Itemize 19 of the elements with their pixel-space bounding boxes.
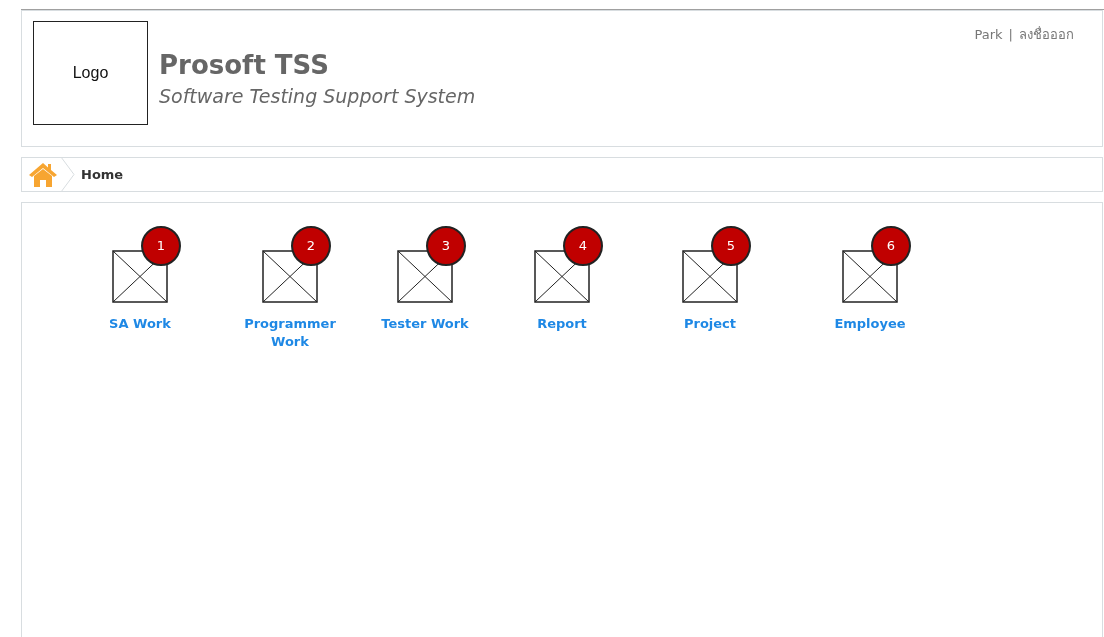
notification-badge: 4 [563, 226, 603, 266]
user-name: Park [974, 26, 1003, 44]
notification-badge: 3 [426, 226, 466, 266]
menu-link[interactable]: Employee [820, 315, 920, 333]
notification-badge: 1 [141, 226, 181, 266]
notification-badge: 2 [291, 226, 331, 266]
menu-link[interactable]: Project [660, 315, 760, 333]
notification-badge: 5 [711, 226, 751, 266]
menu-link[interactable]: Programmer Work [240, 315, 340, 351]
menu-link[interactable]: SA Work [90, 315, 190, 333]
separator-text: | [1008, 26, 1013, 44]
menu-link[interactable]: Report [512, 315, 612, 333]
logout-link[interactable]: ลงชื่อออก [1019, 25, 1074, 45]
app-title: Prosoft TSS [159, 49, 330, 81]
app-subtitle: Software Testing Support System [159, 84, 476, 109]
notification-badge: 6 [871, 226, 911, 266]
menu-link[interactable]: Tester Work [375, 315, 475, 333]
breadcrumb-link[interactable]: Home [81, 164, 124, 185]
logo: Logo [33, 21, 148, 125]
